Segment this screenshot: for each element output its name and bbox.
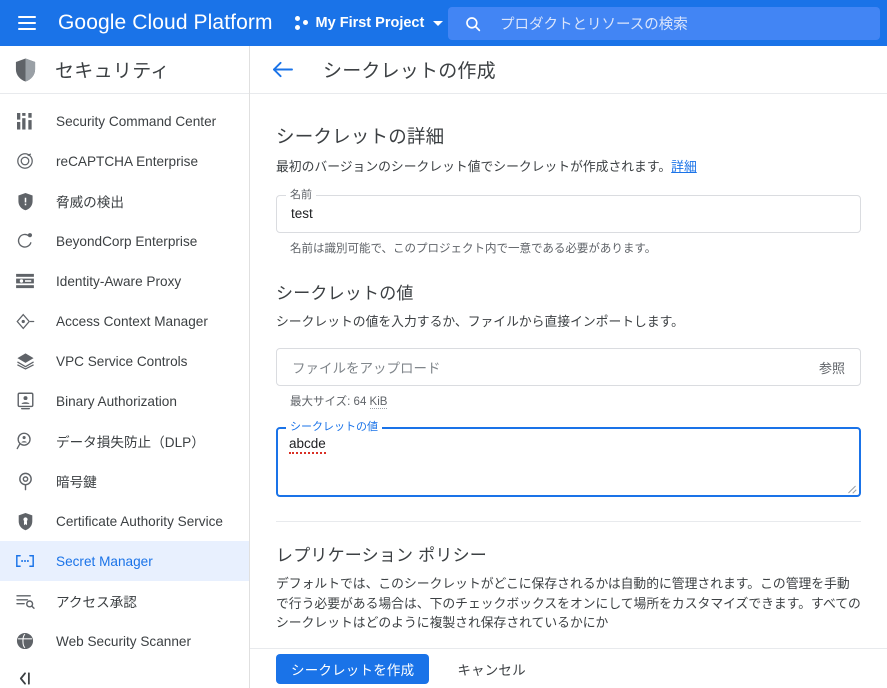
sidebar-header-title: セキュリティ [55, 61, 170, 82]
sidebar-header: セキュリティ [0, 46, 249, 94]
sidebar-item-web-security-scanner[interactable]: Web Security Scanner [0, 621, 249, 661]
hamburger-line [18, 16, 36, 18]
shield-icon [14, 57, 37, 83]
sidebar-item-certificate-authority-service[interactable]: Certificate Authority Service [0, 501, 249, 541]
project-dots-icon [294, 15, 309, 31]
sidebar-item-label: Binary Authorization [56, 393, 177, 409]
sidebar-item-label: Web Security Scanner [56, 633, 191, 649]
hamburger-menu-icon[interactable] [4, 0, 50, 46]
top-app-bar: Google Cloud Platform My First Project プ… [0, 0, 887, 46]
search-icon [464, 15, 482, 33]
secret-name-label: 名前 [286, 189, 316, 203]
sidebar-item-access-approval[interactable]: アクセス承認 [0, 581, 249, 621]
max-size-hint: 最大サイズ: 64 KiB [290, 393, 861, 410]
globe-shield-icon [14, 630, 36, 652]
sidebar-item-identity-aware-proxy[interactable]: Identity-Aware Proxy [0, 261, 249, 301]
layers-diamond-icon [14, 350, 36, 372]
sidebar-nav-list: Security Command Center reCAPTCHA Enterp… [0, 94, 249, 688]
form-content: シークレットの詳細 最初のバージョンのシークレット値でシークレットが作成されます… [250, 123, 887, 688]
hamburger-line [18, 22, 36, 24]
search-placeholder: プロダクトとリソースの検索 [500, 17, 688, 33]
secret-brackets-icon [14, 550, 36, 572]
secret-details-description-text: 最初のバージョンのシークレット値でシークレットが作成されます。 [276, 159, 672, 174]
certificate-shield-icon [14, 510, 36, 532]
main-content: シークレットの作成 シークレットの詳細 最初のバージョンのシークレット値でシーク… [250, 46, 887, 688]
sidebar-item-encryption-keys[interactable]: 暗号鍵 [0, 461, 249, 501]
file-upload-field[interactable]: ファイルをアップロード 参照 [276, 348, 861, 387]
brand-title[interactable]: Google Cloud Platform [58, 11, 273, 35]
chevron-down-icon [433, 20, 444, 26]
sidebar-item-label: Secret Manager [56, 553, 153, 569]
secret-value-textarea[interactable]: シークレットの値 abcde [276, 421, 861, 498]
sidebar-item-label: Security Command Center [56, 113, 217, 129]
replication-policy-description: デフォルトでは、このシークレットがどこに保存されるかは自動的に管理されます。この… [276, 576, 861, 631]
sidebar: セキュリティ Security Command Center reCAPTCHA… [0, 46, 250, 688]
secret-details-heading: シークレットの詳細 [276, 126, 445, 147]
dashboard-bars-icon [14, 110, 36, 132]
max-size-hint-text: 最大サイズ: 64 [290, 396, 370, 409]
diamond-access-icon [14, 310, 36, 332]
sidebar-item-threat-detection[interactable]: 脅威の検出 [0, 181, 249, 221]
sidebar-item-label: Access Context Manager [56, 313, 208, 329]
form-action-bar: シークレットを作成 キャンセル [250, 648, 887, 688]
page-header: シークレットの作成 [250, 46, 887, 94]
shield-threat-icon [14, 190, 36, 212]
sidebar-item-beyondcorp-enterprise[interactable]: BeyondCorp Enterprise [0, 221, 249, 261]
secret-value-heading: シークレットの値 [276, 284, 414, 304]
sidebar-item-vpc-service-controls[interactable]: VPC Service Controls [0, 341, 249, 381]
textarea-resize-handle[interactable] [847, 483, 857, 493]
sidebar-item-label: データ損失防止（DLP） [56, 435, 205, 450]
sidebar-item-binary-authorization[interactable]: Binary Authorization [0, 381, 249, 421]
create-secret-button[interactable]: シークレットを作成 [276, 653, 430, 684]
list-search-icon [14, 590, 36, 612]
secret-name-hint: 名前は識別可能で、このプロジェクト内で一意である必要があります。 [290, 243, 657, 256]
details-learn-more-link[interactable]: 詳細 [671, 159, 697, 174]
secret-value-description: シークレットの値を入力するか、ファイルから直接インポートします。 [276, 314, 684, 330]
sidebar-item-secret-manager[interactable]: Secret Manager [0, 541, 249, 581]
project-name-label: My First Project [315, 15, 425, 31]
secret-value-textarea-label: シークレットの値 [286, 421, 382, 435]
key-circle-icon [14, 470, 36, 492]
back-arrow-icon[interactable] [271, 60, 294, 79]
replication-policy-heading: レプリケーション ポリシー [276, 546, 487, 566]
sidebar-item-label: 暗号鍵 [56, 475, 97, 490]
badge-person-icon [14, 390, 36, 412]
page-title: シークレットの作成 [323, 61, 496, 82]
magnifier-person-icon [14, 430, 36, 452]
sidebar-item-label: BeyondCorp Enterprise [56, 233, 198, 249]
search-input[interactable]: プロダクトとリソースの検索 [448, 7, 880, 40]
sidebar-item-label: VPC Service Controls [56, 353, 188, 369]
sidebar-item-label: Certificate Authority Service [56, 513, 223, 529]
sidebar-item-access-context-manager[interactable]: Access Context Manager [0, 301, 249, 341]
file-upload-placeholder: ファイルをアップロード [292, 361, 441, 377]
beyondcorp-circle-icon [14, 230, 36, 252]
sidebar-item-recaptcha-enterprise[interactable]: reCAPTCHA Enterprise [0, 141, 249, 181]
sidebar-item-dlp[interactable]: データ損失防止（DLP） [0, 421, 249, 461]
collapse-panel-icon[interactable] [0, 661, 249, 688]
sidebar-item-label: reCAPTCHA Enterprise [56, 153, 199, 169]
secret-name-field[interactable]: 名前 test [276, 189, 861, 234]
browse-button[interactable]: 参照 [819, 358, 845, 377]
section-divider [276, 521, 861, 523]
project-selector[interactable]: My First Project [294, 15, 444, 31]
hamburger-line [18, 28, 36, 30]
recaptcha-target-icon [14, 150, 36, 172]
sidebar-item-security-command-center[interactable]: Security Command Center [0, 101, 249, 141]
iap-server-icon [14, 270, 36, 292]
max-size-unit: KiB [369, 396, 388, 410]
secret-name-value: test [291, 206, 313, 222]
sidebar-item-label: Identity-Aware Proxy [56, 273, 182, 289]
sidebar-item-label: 脅威の検出 [56, 195, 124, 210]
cancel-button[interactable]: キャンセル [447, 654, 536, 684]
sidebar-item-label: アクセス承認 [56, 595, 137, 610]
secret-value-textarea-value: abcde [289, 436, 326, 455]
secret-details-description: 最初のバージョンのシークレット値でシークレットが作成されます。詳細 [276, 158, 861, 176]
